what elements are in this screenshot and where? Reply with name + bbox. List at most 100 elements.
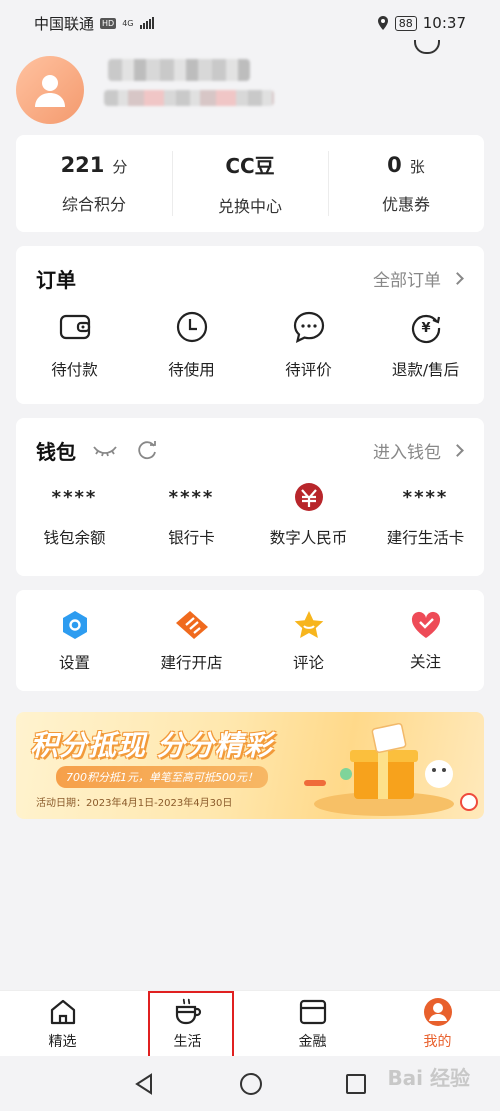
promo-banner[interactable]: 积分抵现 分分精彩 700积分抵1元，单笔至高可抵500元！ 活动日期：2023… (16, 712, 484, 819)
banner-date: 活动日期：2023年4月1日-2023年4月30日 (36, 798, 233, 809)
tools-card: 设置 建行开店 评论 关注 (16, 590, 484, 691)
hd-badge: HD (100, 17, 117, 29)
chat-icon (293, 311, 324, 343)
username-blurred (108, 59, 250, 81)
wallet-header: 钱包 进入钱包 (16, 418, 484, 482)
home-circle-icon[interactable] (239, 1072, 263, 1096)
exchange-stat[interactable]: CC豆 兑换中心 (172, 135, 328, 232)
chevron-right-icon (451, 443, 464, 457)
eye-closed-icon[interactable] (92, 440, 118, 460)
message-icon[interactable] (414, 40, 440, 54)
location-icon (377, 16, 388, 30)
nav-featured-label: 精选 (48, 1033, 77, 1050)
digital-rmb-icon (294, 483, 323, 511)
nav-featured[interactable]: 精选 (0, 991, 125, 1056)
refund-icon: ¥ (411, 314, 440, 344)
chevron-right-icon (451, 271, 464, 285)
highlight-annotation (148, 991, 234, 1064)
orders-card: 订单 全部订单 待付款 待使用 待评价 ¥ 退款/售后 (16, 246, 484, 404)
card-icon (299, 999, 326, 1024)
follow-label: 关注 (409, 652, 441, 671)
avatar[interactable] (16, 56, 84, 124)
user-icon (35, 75, 65, 107)
ccb-life-card[interactable]: **** 建行生活卡 (367, 482, 484, 548)
coupon-label: 优惠券 (381, 194, 430, 214)
nav-mine[interactable]: 我的 (375, 991, 500, 1056)
watermark: Bai 经验 (387, 1066, 470, 1090)
wallet-icon (59, 314, 90, 340)
all-orders-label: 全部订单 (373, 270, 441, 291)
bottom-nav: 精选 生活 金融 我的 (0, 990, 500, 1056)
gift-box-illustration (304, 722, 478, 816)
recents-icon[interactable] (345, 1073, 367, 1095)
orders-title: 订单 (36, 267, 76, 292)
wallet-balance[interactable]: **** 钱包余额 (16, 482, 133, 548)
settings-item[interactable]: 设置 (16, 590, 133, 691)
bank-card[interactable]: **** 银行卡 (133, 482, 250, 548)
phone-blurred (104, 90, 274, 106)
heart-icon (411, 611, 440, 638)
clock: 10:37 (422, 14, 466, 32)
banner-subtitle: 700积分抵1元，单笔至高可抵500元！ (56, 766, 268, 788)
open-store-label: 建行开店 (160, 653, 223, 672)
clock-icon (176, 311, 207, 343)
signal-icon (139, 17, 154, 29)
back-icon[interactable] (133, 1072, 157, 1096)
ccb-life-card-label: 建行生活卡 (386, 529, 465, 547)
points-label: 综合积分 (61, 194, 126, 214)
bank-card-label: 银行卡 (168, 529, 215, 547)
all-orders-link[interactable]: 全部订单 (373, 266, 464, 291)
profile-icon (423, 997, 452, 1026)
status-left: 中国联通 HD 4G (34, 13, 154, 34)
coupon-value: 0 (387, 152, 402, 177)
home-icon (50, 999, 75, 1024)
digital-rmb[interactable]: 数字人民币 (250, 482, 367, 548)
svg-text:¥: ¥ (421, 321, 430, 336)
exchange-label: 兑换中心 (217, 197, 282, 216)
ccb-life-card-value: **** (402, 486, 449, 508)
wallet-card: 钱包 进入钱包 **** 钱包余额 **** 银行卡 数字人民币 **** 建行… (16, 418, 484, 576)
orders-header: 订单 全部订单 (16, 246, 484, 310)
wallet-row: **** 钱包余额 **** 银行卡 数字人民币 **** 建行生活卡 (16, 482, 484, 548)
nav-finance-label: 金融 (298, 1033, 327, 1050)
order-to-use[interactable]: 待使用 (133, 310, 250, 380)
follow-item[interactable]: 关注 (367, 590, 484, 691)
cc-beans-value: CC豆 (225, 154, 275, 178)
open-store-item[interactable]: 建行开店 (133, 590, 250, 691)
status-right: 88 10:37 (377, 14, 466, 32)
star-icon (294, 610, 323, 638)
comments-label: 评论 (292, 653, 324, 672)
bank-card-value: **** (168, 486, 215, 508)
banner-title: 积分抵现 分分精彩 (30, 729, 273, 762)
wallet-title: 钱包 (36, 439, 76, 464)
order-to-review[interactable]: 待评价 (250, 310, 367, 380)
points-unit: 分 (112, 157, 128, 176)
order-to-use-label: 待使用 (168, 361, 215, 379)
enter-wallet-label: 进入钱包 (373, 442, 441, 463)
wallet-balance-value: **** (51, 486, 98, 508)
order-pending-payment[interactable]: 待付款 (16, 310, 133, 380)
stats-card: 221 分 综合积分 CC豆 兑换中心 0张 优惠券 (16, 135, 484, 232)
order-pending-payment-label: 待付款 (51, 361, 98, 379)
battery-icon: 88 (394, 15, 417, 31)
settings-icon (62, 610, 87, 639)
refresh-icon[interactable] (134, 440, 160, 460)
order-refund[interactable]: ¥ 退款/售后 (367, 310, 484, 380)
points-value: 221 (60, 152, 105, 177)
store-icon (175, 610, 208, 639)
comments-item[interactable]: 评论 (250, 590, 367, 691)
points-stat[interactable]: 221 分 综合积分 (16, 135, 172, 232)
orders-row: 待付款 待使用 待评价 ¥ 退款/售后 (16, 310, 484, 380)
coupon-stat[interactable]: 0张 优惠券 (328, 135, 484, 232)
order-to-review-label: 待评价 (285, 361, 332, 379)
nav-finance[interactable]: 金融 (250, 991, 375, 1056)
nav-mine-label: 我的 (423, 1033, 452, 1050)
profile-header (0, 40, 500, 126)
enter-wallet-link[interactable]: 进入钱包 (373, 438, 464, 463)
order-refund-label: 退款/售后 (391, 361, 460, 379)
wallet-balance-label: 钱包余额 (43, 529, 106, 547)
coupon-unit: 张 (409, 157, 425, 176)
network-type: 4G (122, 18, 134, 28)
digital-rmb-label: 数字人民币 (269, 529, 348, 547)
settings-label: 设置 (58, 653, 90, 672)
